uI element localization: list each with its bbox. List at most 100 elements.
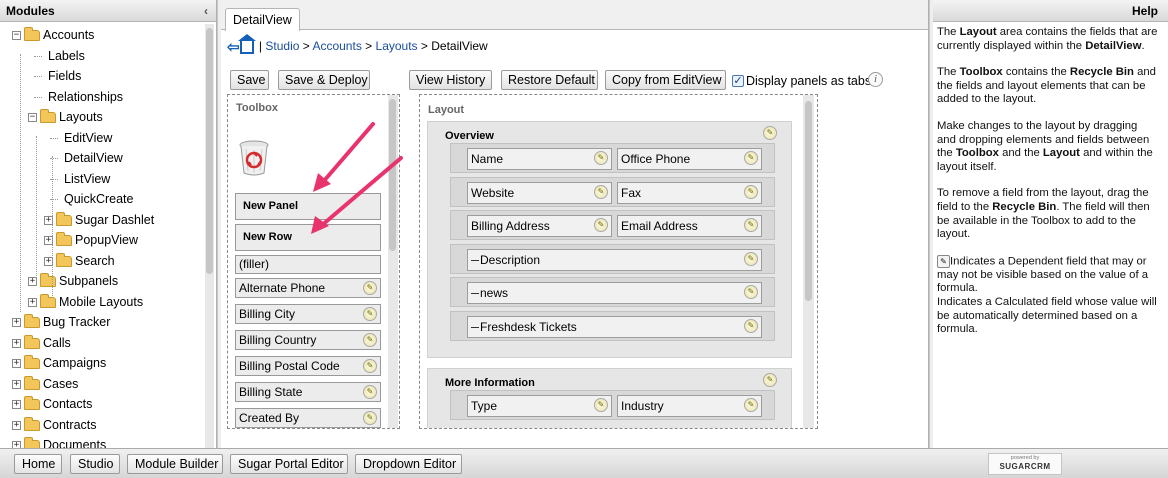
toolbox-new-panel[interactable]: New Panel [235,193,381,220]
restore-default-button[interactable]: Restore Default [501,70,598,90]
tree-node[interactable]: + Subpanels [28,271,118,291]
chevron-left-icon[interactable]: ‹ [204,0,208,22]
collapse-icon[interactable]: − [28,113,37,123]
edit-pencil-icon[interactable]: ✎ [744,218,758,232]
layout-field[interactable]: Industry ✎ [617,395,762,417]
breadcrumb-layouts[interactable]: Layouts [376,39,418,53]
tree-node[interactable]: + Mobile Layouts [28,292,143,312]
toolbox-field[interactable]: Billing State ✎ [235,382,381,402]
edit-pencil-icon[interactable]: ✎ [744,251,758,266]
expand-icon[interactable]: + [12,318,21,328]
save-deploy-button[interactable]: Save & Deploy [278,70,370,90]
tree-node[interactable]: − Layouts [28,107,103,127]
toolbox-field[interactable]: Billing City ✎ [235,304,381,324]
expand-icon[interactable]: + [12,379,21,389]
layout-field[interactable]: Website ✎ [467,181,612,204]
edit-pencil-icon[interactable]: ✎ [594,151,608,165]
home-icon[interactable] [237,33,256,54]
toolbox-field[interactable]: Billing Postal Code ✎ [235,356,381,376]
info-icon[interactable]: i [868,72,883,87]
display-tabs-checkbox[interactable]: ✓ [732,75,744,87]
footer-module-builder-button[interactable]: Module Builder [127,454,223,474]
tree-node[interactable]: Fields [34,66,81,86]
edit-pencil-icon[interactable]: ✎ [594,184,608,199]
tree-node[interactable]: + Sugar Dashlet [44,210,154,230]
tree-node[interactable]: + PopupView [44,230,138,250]
toolbox-field[interactable]: Alternate Phone ✎ [235,278,381,298]
edit-pencil-icon[interactable]: ✎ [594,218,608,232]
layout-field[interactable]: Type ✎ [467,395,612,417]
tree-node[interactable]: − Accounts [12,25,94,45]
panel-name[interactable]: More Information [445,377,535,389]
layout-row[interactable]: Billing Address ✎ Email Address ✎ [450,210,775,240]
expand-icon[interactable]: + [28,297,37,307]
expand-icon[interactable]: + [12,420,21,430]
tree-node[interactable]: EditView [50,128,112,148]
tree-node[interactable]: Labels [34,46,85,66]
layout-row[interactable]: Type ✎ Industry ✎ [450,390,775,420]
tree-node[interactable]: Relationships [34,87,123,107]
layout-field[interactable]: Description ✎ [467,248,762,271]
edit-pencil-icon[interactable]: ✎ [763,126,777,140]
back-arrow-icon[interactable]: ⇦ [227,38,240,56]
layout-row[interactable]: Freshdesk Tickets ✎ [450,310,775,341]
layout-scrollbar-thumb[interactable] [805,101,812,301]
expand-icon[interactable]: + [12,441,21,448]
collapse-icon[interactable]: − [12,31,21,41]
layout-row[interactable]: Website ✎ Fax ✎ [450,176,775,207]
recycle-bin-icon[interactable] [238,139,270,177]
edit-pencil-icon[interactable]: ✎ [744,318,758,333]
tree-node[interactable]: + Cases [12,374,78,394]
edit-pencil-icon[interactable]: ✎ [594,398,608,412]
tree-node[interactable]: ListView [50,169,110,189]
save-button[interactable]: Save [230,70,269,90]
copy-from-editview-button[interactable]: Copy from EditView [605,70,726,90]
toolbox-scrollbar-thumb[interactable] [389,99,396,251]
edit-pencil-icon[interactable]: ✎ [363,359,377,373]
tree-node[interactable]: + Documents [12,435,106,448]
layout-panel-2[interactable]: More Information ✎ Type ✎ Industry ✎ [427,368,792,428]
view-history-button[interactable]: View History [409,70,492,90]
toolbox-new-row[interactable]: New Row [235,224,381,251]
layout-field[interactable]: Email Address ✎ [617,215,762,237]
breadcrumb-studio[interactable]: Studio [265,39,299,53]
edit-pencil-icon[interactable]: ✎ [363,333,377,347]
tree-node[interactable]: + Campaigns [12,353,106,373]
expand-icon[interactable]: + [12,338,21,348]
breadcrumb-accounts[interactable]: Accounts [312,39,361,53]
edit-pencil-icon[interactable]: ✎ [744,151,758,165]
panel-name[interactable]: Overview [445,130,494,142]
tree-node[interactable]: + Contracts [12,415,97,435]
edit-pencil-icon[interactable]: ✎ [744,285,758,299]
edit-pencil-icon[interactable]: ✎ [363,281,377,295]
expand-icon[interactable]: + [12,400,21,410]
tree-node[interactable]: DetailView [50,148,123,168]
tree-node[interactable]: + Search [44,251,115,271]
layout-row[interactable]: Description ✎ [450,243,775,274]
modules-scrollbar[interactable] [205,24,214,448]
edit-pencil-icon[interactable]: ✎ [363,385,377,399]
tree-node[interactable]: + Bug Tracker [12,312,110,332]
toolbox-field[interactable]: Billing Country ✎ [235,330,381,350]
layout-field[interactable]: news ✎ [467,282,762,304]
tree-node[interactable]: + Calls [12,333,71,353]
layout-field[interactable]: Office Phone ✎ [617,148,762,170]
footer-sugar-portal-editor-button[interactable]: Sugar Portal Editor [230,454,348,474]
layout-field[interactable]: Name ✎ [467,148,612,170]
layout-row[interactable]: Name ✎ Office Phone ✎ [450,143,775,173]
edit-pencil-icon[interactable]: ✎ [363,411,377,425]
layout-panel-1[interactable]: Overview ✎ Name ✎ Office Phone ✎ Website ✎ Fax ✎ B… [427,121,792,358]
footer-dropdown-editor-button[interactable]: Dropdown Editor [355,454,462,474]
footer-studio-button[interactable]: Studio [70,454,120,474]
edit-pencil-icon[interactable]: ✎ [363,307,377,321]
toolbox-scrollbar[interactable] [388,95,398,428]
layout-field[interactable]: Freshdesk Tickets ✎ [467,315,762,338]
edit-pencil-icon[interactable]: ✎ [763,373,777,387]
layout-scrollbar[interactable] [803,95,814,428]
modules-scrollbar-thumb[interactable] [206,28,213,274]
layout-field[interactable]: Billing Address ✎ [467,215,612,237]
toolbox-filler[interactable]: (filler) [235,255,381,274]
layout-field[interactable]: Fax ✎ [617,181,762,204]
tab-detailview[interactable]: DetailView [225,8,300,31]
tree-node[interactable]: + Contacts [12,394,92,414]
